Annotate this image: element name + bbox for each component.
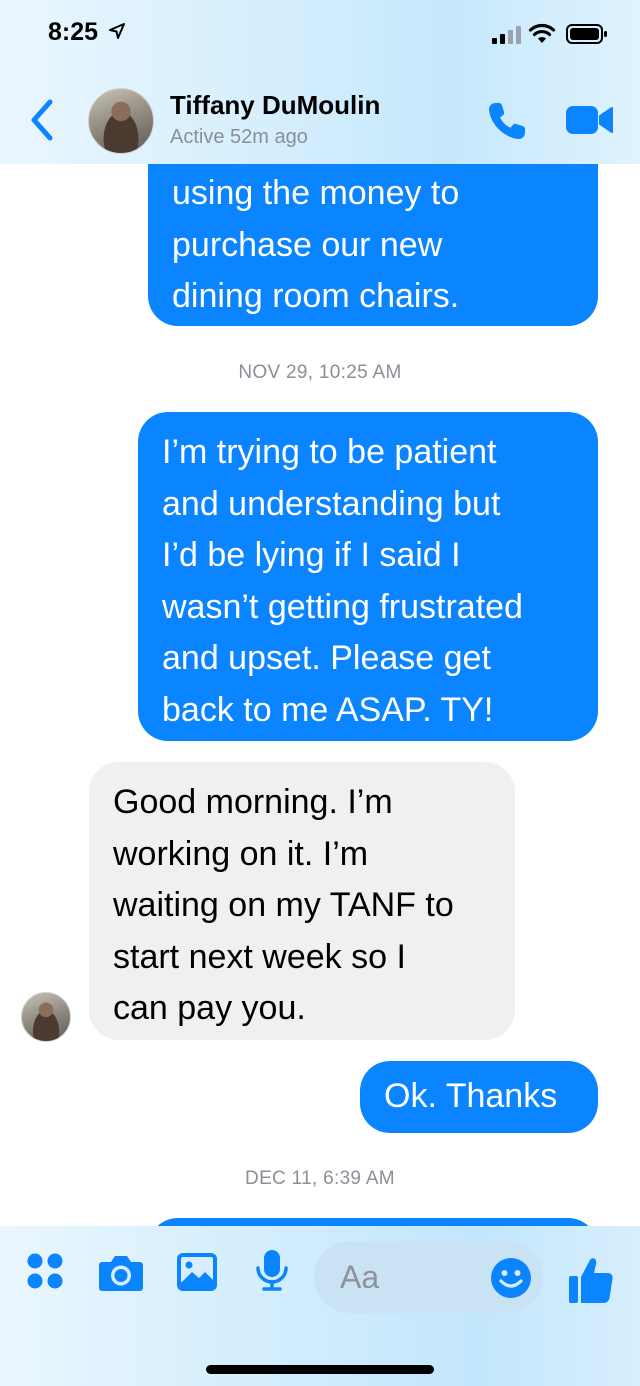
wifi-icon bbox=[528, 23, 556, 43]
battery-icon bbox=[566, 24, 607, 44]
message-bubble-outgoing[interactable]: I’m trying to be patient and understandi… bbox=[138, 412, 598, 741]
composer-bar bbox=[0, 1226, 640, 1386]
contact-avatar[interactable] bbox=[88, 88, 154, 154]
emoji-icon[interactable] bbox=[490, 1257, 532, 1299]
image-icon[interactable] bbox=[176, 1252, 218, 1292]
message-timestamp: DEC 11, 6:39 AM bbox=[245, 1168, 395, 1189]
contact-name[interactable]: Tiffany DuMoulin bbox=[170, 90, 380, 121]
status-time: 8:25 bbox=[48, 18, 99, 46]
contact-active-status: Active 52m ago bbox=[170, 126, 308, 148]
contact-avatar-small[interactable] bbox=[21, 992, 71, 1042]
message-bubble-incoming[interactable]: Good morning. I’m working on it. I’m wai… bbox=[89, 762, 515, 1040]
camera-icon[interactable] bbox=[98, 1254, 144, 1292]
message-input[interactable]: Aa bbox=[314, 1241, 543, 1313]
message-timestamp: NOV 29, 10:25 AM bbox=[238, 362, 402, 383]
message-thread[interactable]: using the money to purchase our new dini… bbox=[0, 0, 640, 1386]
thumbs-up-icon[interactable] bbox=[568, 1256, 614, 1304]
video-camera-icon[interactable] bbox=[566, 104, 614, 136]
phone-icon[interactable] bbox=[486, 100, 528, 142]
home-indicator bbox=[206, 1365, 434, 1374]
message-input-placeholder: Aa bbox=[340, 1259, 380, 1295]
location-arrow-icon bbox=[109, 23, 125, 39]
chevron-left-icon[interactable] bbox=[28, 98, 58, 142]
message-bubble-outgoing[interactable]: Ok. Thanks bbox=[360, 1061, 598, 1133]
microphone-icon[interactable] bbox=[254, 1248, 290, 1294]
cellular-signal-icon bbox=[492, 26, 521, 44]
more-icon[interactable] bbox=[26, 1252, 64, 1290]
